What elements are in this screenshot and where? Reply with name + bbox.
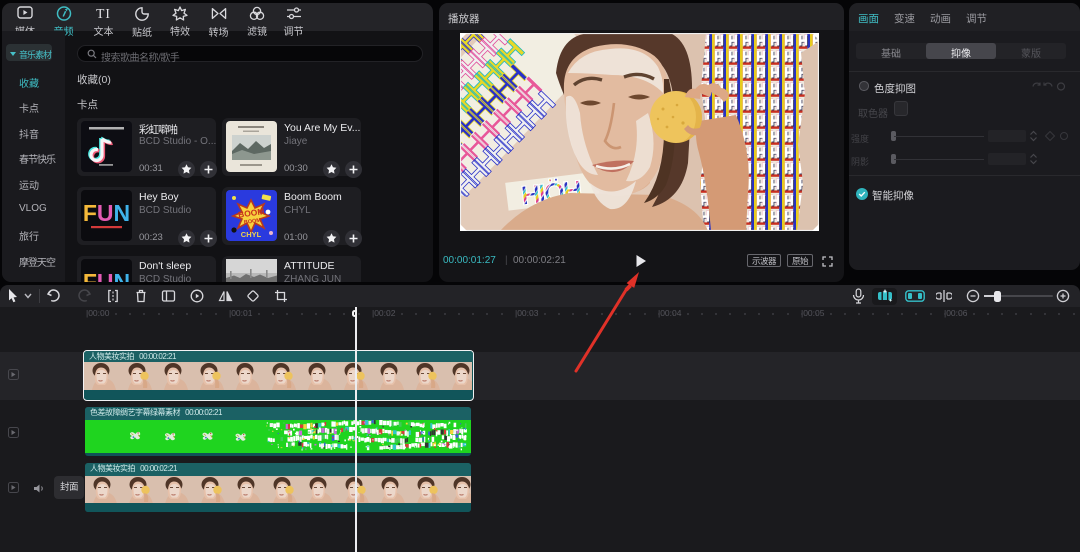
svg-text:CHYL: CHYL — [240, 230, 261, 239]
svg-text:FUN: FUN — [82, 269, 129, 282]
svg-text:FUN: FUN — [82, 200, 129, 226]
